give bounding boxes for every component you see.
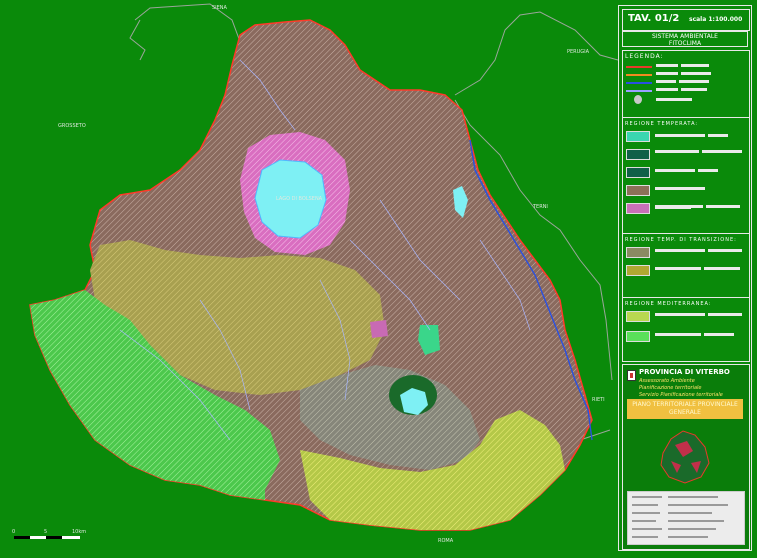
- plan-title: PIANO TERRITORIALE PROVINCIALE GENERALE: [627, 399, 743, 419]
- legend-panel: TAV. 01/2 scala 1:100.000 SISTEMA AMBIEN…: [618, 5, 752, 551]
- patch-pink-small[interactable]: [370, 320, 388, 338]
- sheet-title-line1: SISTEMA AMBIENTALE: [652, 33, 718, 40]
- label-terni: TERNI: [532, 204, 548, 210]
- line-swatch: [626, 66, 652, 68]
- sheet-scale: scala 1:100.000: [689, 16, 743, 23]
- plan-title-line2: GENERALE: [669, 409, 701, 416]
- line-swatch: [626, 82, 652, 84]
- credits-box: [627, 491, 745, 545]
- province-minimap: [660, 430, 710, 484]
- section-transition: REGIONE TEMP. DI TRANSIZIONE:: [625, 237, 737, 243]
- scale-bar-mid: 5: [44, 529, 47, 535]
- map-svg[interactable]: LAGO DI BOLSENA SIENA PERUGIA GROSSETO T…: [0, 0, 618, 558]
- swatch-1: [626, 131, 650, 142]
- swatch-4: [626, 185, 650, 196]
- swatch-9: [626, 331, 650, 342]
- legend-box: LEGENDA: REGIONE TEMPERATA: REGIONE TEMP…: [622, 50, 750, 362]
- label-siena: SIENA: [212, 5, 228, 11]
- legend-title: LEGENDA:: [625, 53, 664, 60]
- sheet-header: TAV. 01/2 scala 1:100.000: [622, 9, 750, 31]
- map-canvas[interactable]: LAGO DI BOLSENA SIENA PERUGIA GROSSETO T…: [0, 0, 618, 558]
- swatch-3: [626, 167, 650, 178]
- swatch-6: [626, 247, 650, 258]
- scale-bar-zero: 0: [12, 529, 15, 535]
- lake-label: LAGO DI BOLSENA: [276, 196, 323, 202]
- sheet-title: SISTEMA AMBIENTALE FITOCLIMA: [622, 31, 748, 47]
- label-perugia: PERUGIA: [567, 49, 590, 55]
- scale-bar: 0 5 10km: [12, 529, 86, 539]
- province-logo: [627, 370, 636, 381]
- section-temperate: REGIONE TEMPERATA:: [625, 121, 699, 127]
- label-rieti: RIETI: [592, 397, 605, 403]
- swatch-5: [626, 203, 650, 214]
- scale-bar-end: 10km: [72, 529, 86, 535]
- sheet-title-line2: FITOCLIMA: [668, 40, 702, 47]
- province-name: PROVINCIA DI VITERBO: [639, 368, 730, 376]
- province-line1: Assessorato Ambiente: [639, 378, 695, 384]
- label-grosseto: GROSSETO: [58, 123, 86, 129]
- swatch-2: [626, 149, 650, 160]
- line-swatch: [626, 90, 652, 92]
- sheet-code: TAV. 01/2: [628, 13, 680, 24]
- swatch-7: [626, 265, 650, 276]
- town-icon: [634, 95, 642, 104]
- province-line3: Servizio Pianificazione territoriale: [639, 392, 723, 398]
- province-line2: Pianificazione territoriale: [639, 385, 702, 391]
- label-roma: ROMA: [438, 538, 454, 544]
- swatch-8: [626, 311, 650, 322]
- province-block: PROVINCIA DI VITERBO Assessorato Ambient…: [622, 364, 750, 550]
- section-mediterranean: REGIONE MEDITERRANEA:: [625, 301, 712, 307]
- line-swatch: [626, 74, 652, 76]
- plan-title-line1: PIANO TERRITORIALE PROVINCIALE: [632, 401, 738, 408]
